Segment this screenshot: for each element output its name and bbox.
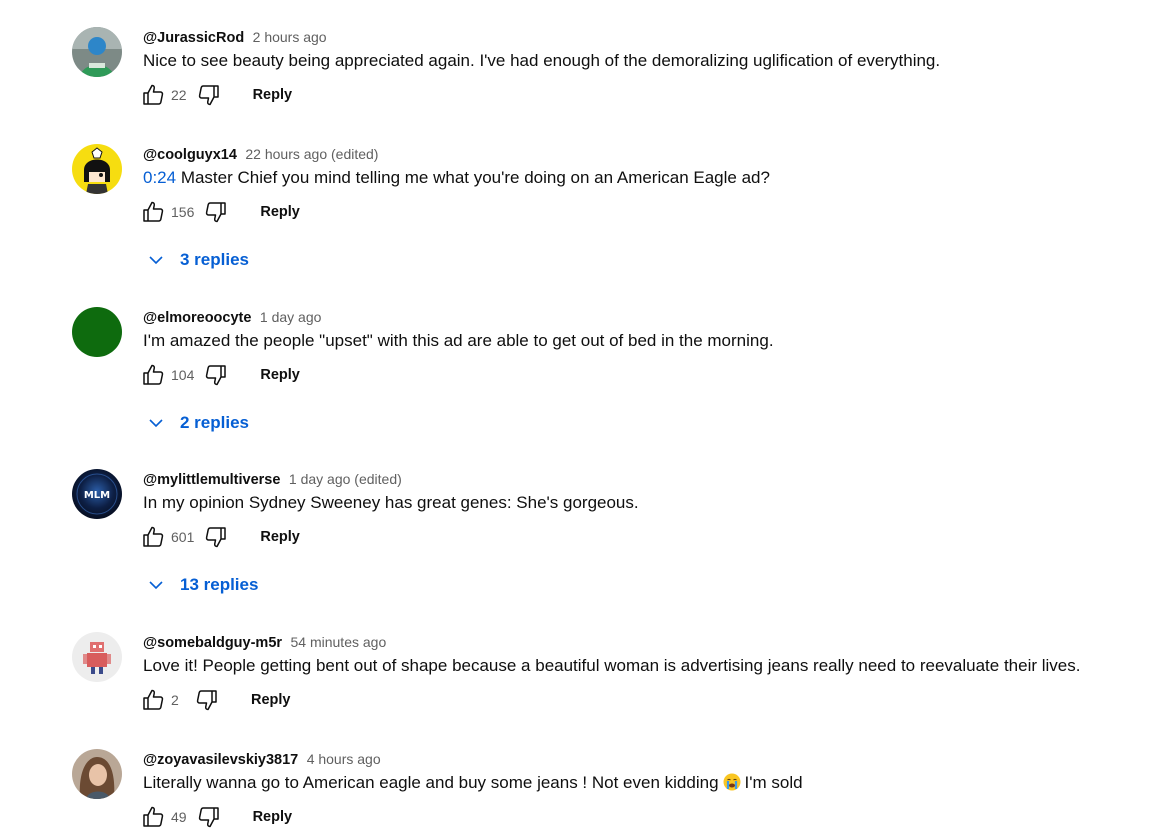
- view-replies-button[interactable]: 2 replies: [146, 411, 249, 435]
- author-avatar[interactable]: [72, 632, 122, 682]
- replies-count-label: 2 replies: [180, 413, 249, 432]
- comment-actions: 104 Reply: [139, 361, 300, 389]
- thumb-down-icon: [206, 202, 227, 223]
- published-time[interactable]: 2 hours ago: [253, 29, 327, 45]
- comment-header: @mylittlemultiverse 1 day ago (edited): [143, 469, 402, 490]
- author-avatar[interactable]: MLM: [72, 469, 122, 519]
- chevron-down-icon: [146, 413, 166, 433]
- like-button[interactable]: [139, 361, 167, 389]
- comment-actions: 601 Reply: [139, 523, 300, 551]
- thumb-down-icon: [196, 690, 217, 711]
- dislike-button[interactable]: [195, 803, 223, 831]
- author-avatar[interactable]: [72, 27, 122, 77]
- comment-actions: 49 Reply: [139, 803, 292, 831]
- dislike-button[interactable]: [202, 198, 230, 226]
- like-count: 2: [171, 692, 179, 708]
- thumb-up-icon: [143, 689, 164, 710]
- comment-text: Love it! People getting bent out of shap…: [143, 656, 1081, 675]
- thumb-up-icon: [143, 84, 164, 105]
- published-time[interactable]: 1 day ago (edited): [289, 471, 402, 487]
- comment-actions: 22 Reply: [139, 81, 292, 109]
- avatar-icon-robot: [72, 632, 122, 682]
- like-button[interactable]: [139, 198, 167, 226]
- thumb-down-icon: [206, 365, 227, 386]
- like-count: 22: [171, 87, 187, 103]
- reply-button[interactable]: Reply: [253, 809, 293, 825]
- comment-text: Nice to see beauty being appreciated aga…: [143, 51, 941, 70]
- like-button[interactable]: [139, 523, 167, 551]
- comment-header: @elmoreoocyte 1 day ago: [143, 307, 321, 328]
- avatar-initials: MLM: [84, 490, 110, 501]
- crying-face-icon: [723, 773, 741, 791]
- dislike-button[interactable]: [202, 523, 230, 551]
- dislike-button[interactable]: [195, 81, 223, 109]
- like-button[interactable]: [139, 686, 167, 714]
- like-button[interactable]: [139, 803, 167, 831]
- published-time[interactable]: 4 hours ago: [307, 751, 381, 767]
- dislike-button[interactable]: [202, 361, 230, 389]
- like-count: 156: [171, 204, 195, 220]
- chevron-down-icon: [146, 250, 166, 270]
- video-timestamp-link[interactable]: 0:24: [143, 168, 176, 187]
- author-avatar[interactable]: [72, 144, 122, 194]
- comment-header: @zoyavasilevskiy3817 4 hours ago: [143, 749, 381, 770]
- thumb-down-icon: [198, 85, 219, 106]
- thumb-down-icon: [206, 527, 227, 548]
- published-time[interactable]: 1 day ago: [260, 309, 322, 325]
- avatar-icon-mlm: MLM: [72, 469, 122, 519]
- comment-text: In my opinion Sydney Sweeney has great g…: [143, 493, 639, 512]
- chevron-down-icon: [146, 575, 166, 595]
- replies-count-label: 13 replies: [180, 575, 259, 594]
- author-avatar[interactable]: [72, 749, 122, 799]
- comment-actions: 2 Reply: [139, 686, 291, 714]
- author-name[interactable]: @elmoreoocyte: [143, 310, 251, 326]
- thumb-up-icon: [143, 806, 164, 827]
- comment-text: Literally wanna go to American eagle and…: [143, 771, 803, 795]
- reply-button[interactable]: Reply: [253, 87, 293, 103]
- comment-actions: 156 Reply: [139, 198, 300, 226]
- comment-text-after: I'm sold: [744, 773, 803, 792]
- thumb-up-icon: [143, 526, 164, 547]
- published-time[interactable]: 54 minutes ago: [291, 634, 387, 650]
- thumb-up-icon: [143, 201, 164, 222]
- view-replies-button[interactable]: 13 replies: [146, 573, 258, 597]
- avatar-icon-green: [72, 307, 122, 357]
- reply-button[interactable]: Reply: [260, 529, 300, 545]
- thumb-down-icon: [198, 807, 219, 828]
- like-button[interactable]: [139, 81, 167, 109]
- like-count: 104: [171, 367, 195, 383]
- comment-text-body: Master Chief you mind telling me what yo…: [176, 168, 770, 187]
- replies-count-label: 3 replies: [180, 250, 249, 269]
- published-time[interactable]: 22 hours ago (edited): [245, 146, 378, 162]
- comment-text: I'm amazed the people "upset" with this …: [143, 331, 774, 350]
- avatar-icon-person: [72, 749, 122, 799]
- view-replies-button[interactable]: 3 replies: [146, 248, 249, 272]
- dislike-button[interactable]: [193, 686, 221, 714]
- reply-button[interactable]: Reply: [260, 367, 300, 383]
- reply-button[interactable]: Reply: [251, 692, 291, 708]
- avatar-icon-cartoon: [72, 144, 122, 194]
- author-name[interactable]: @JurassicRod: [143, 30, 244, 46]
- comment-text: 0:24 Master Chief you mind telling me wh…: [143, 166, 770, 190]
- comment-header: @somebaldguy-m5r 54 minutes ago: [143, 632, 386, 653]
- comment-header: @JurassicRod 2 hours ago: [143, 27, 327, 48]
- author-name[interactable]: @mylittlemultiverse: [143, 472, 280, 488]
- author-avatar[interactable]: [72, 307, 122, 357]
- avatar-icon-person: [72, 27, 122, 77]
- reply-button[interactable]: Reply: [260, 204, 300, 220]
- author-name[interactable]: @coolguyx14: [143, 147, 237, 163]
- thumb-up-icon: [143, 364, 164, 385]
- author-name[interactable]: @zoyavasilevskiy3817: [143, 752, 298, 768]
- like-count: 601: [171, 529, 195, 545]
- like-count: 49: [171, 809, 187, 825]
- author-name[interactable]: @somebaldguy-m5r: [143, 635, 282, 651]
- comment-header: @coolguyx14 22 hours ago (edited): [143, 144, 378, 165]
- comment-text-before: Literally wanna go to American eagle and…: [143, 773, 719, 792]
